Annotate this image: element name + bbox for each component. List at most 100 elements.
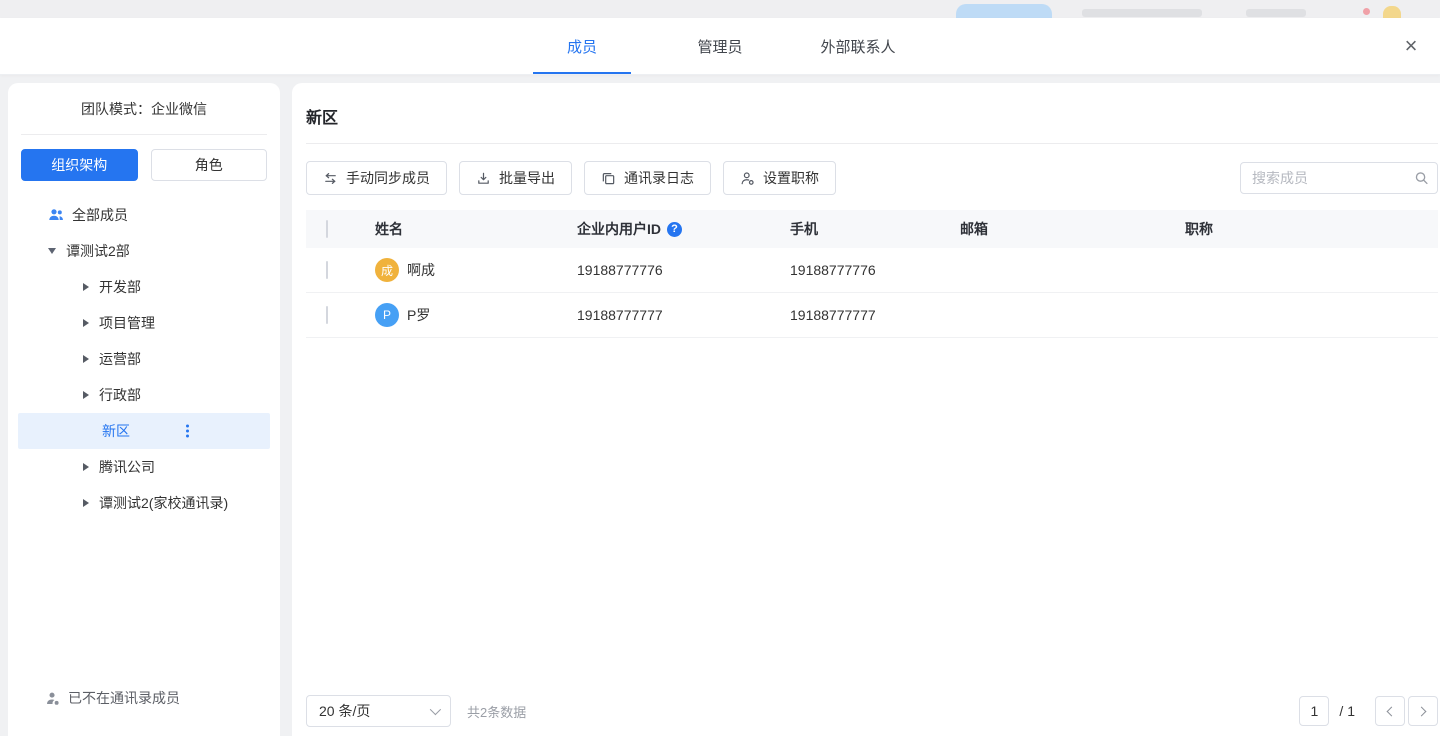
person-gear-icon [740,171,755,186]
batch-export-button[interactable]: 批量导出 [459,161,572,195]
download-icon [476,171,491,186]
modal-tab-bar: 成员 管理员 外部联系人 × [0,18,1440,75]
org-sidebar: 团队模式：企业微信 组织架构 角色 全部成员 谭测试2部 开 [8,83,280,736]
background-avatar-blob [1383,6,1401,18]
tab-external-contacts[interactable]: 外部联系人 [809,18,907,74]
page-total-label: / 1 [1339,703,1355,719]
tree-item-label: 全部成员 [72,205,128,225]
member-user-id: 19188777776 [577,262,790,278]
background-ghost-bar [1082,9,1202,17]
org-structure-button[interactable]: 组织架构 [21,149,138,181]
table-row: 成 啊成 19188777776 19188777776 [306,248,1438,293]
team-mode-label: 团队模式：企业微信 [21,83,267,135]
row-checkbox[interactable] [326,261,328,279]
background-page-strip [0,0,1440,18]
caret-right-icon[interactable] [83,391,89,399]
caret-right-icon[interactable] [83,463,89,471]
sidebar-item-dept-root[interactable]: 谭测试2部 [8,233,280,269]
previous-page-button[interactable] [1375,696,1405,726]
button-label: 手动同步成员 [346,168,430,188]
total-count-label: 共2条数据 [467,702,526,721]
manual-sync-button[interactable]: 手动同步成员 [306,161,447,195]
tab-members[interactable]: 成员 [533,18,631,74]
divider [306,143,1438,144]
member-name: P罗 [407,305,430,325]
tree-item-label: 项目管理 [99,313,155,333]
search-box [1240,162,1438,194]
sidebar-item-dept-ops[interactable]: 运营部 [8,341,280,377]
members-table: 姓名 企业内用户ID ? 手机 邮箱 职称 成 啊成 19188777776 1… [306,210,1438,338]
column-header-email: 邮箱 [960,219,1185,239]
button-label: 批量导出 [499,168,555,188]
page-size-label: 20 条/页 [319,701,370,721]
caret-right-icon[interactable] [83,283,89,291]
team-members-icon [48,207,64,223]
sidebar-segmented-control: 组织架构 角色 [21,149,267,181]
sidebar-item-all-members[interactable]: 全部成员 [8,197,280,233]
sidebar-item-dept-school[interactable]: 谭测试2(家校通讯录) [8,485,280,521]
tree-item-label: 新区 [102,421,130,441]
button-label: 设置职称 [763,168,819,188]
close-icon[interactable]: × [1396,31,1426,61]
member-name-cell[interactable]: 成 啊成 [375,258,577,282]
caret-right-icon[interactable] [83,355,89,363]
tree-item-label: 开发部 [99,277,141,297]
removed-members-label: 已不在通讯录成员 [68,688,180,708]
page-number-input[interactable] [1299,696,1329,726]
contact-log-button[interactable]: 通讯录日志 [584,161,711,195]
pager: / 1 [1299,696,1438,726]
background-blue-pill [956,4,1052,18]
search-icon[interactable] [1414,171,1429,186]
tree-item-label: 运营部 [99,349,141,369]
member-phone: 19188777776 [790,262,960,278]
member-name-cell[interactable]: P P罗 [375,303,577,327]
column-header-job-title: 职称 [1185,219,1438,239]
members-panel: 新区 手动同步成员 批量导出 通讯录日志 [292,83,1440,736]
log-icon [601,171,616,186]
tree-item-label: 谭测试2部 [66,241,130,261]
caret-down-icon[interactable] [48,248,56,254]
background-ghost-bar [1246,9,1306,17]
sidebar-item-dept-tencent[interactable]: 腾讯公司 [8,449,280,485]
toolbar: 手动同步成员 批量导出 通讯录日志 [306,161,1438,195]
column-header-name: 姓名 [375,219,577,239]
sidebar-item-dept-dev[interactable]: 开发部 [8,269,280,305]
help-icon[interactable]: ? [667,222,682,237]
next-page-button[interactable] [1408,696,1438,726]
row-checkbox[interactable] [326,306,328,324]
caret-right-icon[interactable] [83,499,89,507]
chevron-left-icon [1387,706,1397,716]
org-tree: 全部成员 谭测试2部 开发部 项目管理 运营部 行政部 [8,197,280,521]
page-title: 新区 [306,83,1438,128]
contacts-admin-modal: 成员 管理员 外部联系人 × 团队模式：企业微信 组织架构 角色 全部成员 [0,0,1440,736]
column-header-label: 企业内用户ID [577,219,661,239]
caret-right-icon[interactable] [83,319,89,327]
search-input[interactable] [1241,170,1401,186]
avatar: P [375,303,399,327]
more-actions-icon[interactable] [182,421,193,442]
member-phone: 19188777777 [790,307,960,323]
removed-members-entry[interactable]: 已不在通讯录成员 [45,688,180,708]
background-notification-dot [1363,8,1370,15]
sidebar-item-dept-project[interactable]: 项目管理 [8,305,280,341]
table-row: P P罗 19188777777 19188777777 [306,293,1438,338]
set-job-title-button[interactable]: 设置职称 [723,161,836,195]
column-header-user-id: 企业内用户ID ? [577,219,790,239]
sidebar-item-dept-admin[interactable]: 行政部 [8,377,280,413]
role-button[interactable]: 角色 [151,149,268,181]
sidebar-item-dept-xinqu[interactable]: 新区 [18,413,270,449]
tree-item-label: 行政部 [99,385,141,405]
tab-admins[interactable]: 管理员 [671,18,769,74]
sync-icon [323,171,338,186]
select-all-checkbox[interactable] [326,220,328,238]
page-size-select[interactable]: 20 条/页 [306,695,451,727]
table-header-row: 姓名 企业内用户ID ? 手机 邮箱 职称 [306,210,1438,248]
member-name: 啊成 [407,260,435,280]
column-header-phone: 手机 [790,219,960,239]
chevron-down-icon [430,704,441,715]
chevron-right-icon [1417,706,1427,716]
button-label: 通讯录日志 [624,168,694,188]
tab-group: 成员 管理员 外部联系人 [0,18,1440,74]
avatar: 成 [375,258,399,282]
tree-item-label: 腾讯公司 [99,457,155,477]
